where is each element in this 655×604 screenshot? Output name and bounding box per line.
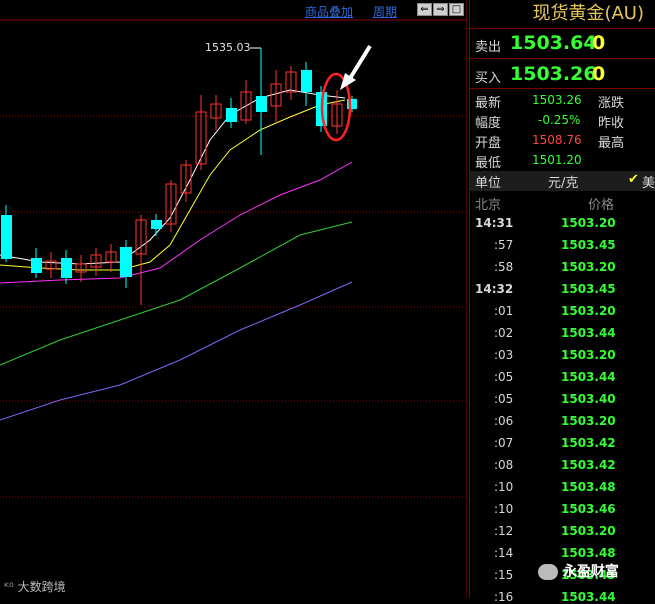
tick-price: 1503.20	[561, 216, 616, 230]
tick-time: :08	[494, 458, 514, 472]
ma40-line	[0, 221, 353, 366]
buy-size: 0	[592, 63, 606, 85]
tick-price: 1503.45	[561, 282, 616, 296]
logo-icon: ᴷ⁰	[4, 580, 14, 594]
stat-label: 涨跌	[598, 96, 625, 111]
buy-price: 1503.26	[510, 63, 597, 85]
candlestick-chart[interactable]: 1535.03 商品叠加 周期 ⇐ ⇒ □ ᴷ⁰ 大数跨境	[0, 0, 467, 598]
tick-price: 1503.44	[561, 326, 616, 340]
tick-time: :58	[494, 260, 514, 274]
tick-time: :14	[494, 546, 514, 560]
stat-label: 最新	[475, 96, 502, 111]
tick-price: 1503.42	[561, 436, 616, 450]
check-icon[interactable]: ✔	[628, 172, 639, 187]
stat-label: 开盘	[475, 136, 502, 151]
buy-label: 买入	[475, 71, 502, 86]
tick-price: 1503.40	[561, 392, 616, 406]
stat-label: 最高	[598, 136, 625, 151]
tick-time: :01	[494, 304, 514, 318]
tick-price: 1503.44	[561, 590, 616, 604]
unit-extra[interactable]: 美	[642, 172, 655, 191]
high-price-label: 1535.03	[205, 41, 251, 54]
unit-value[interactable]: 元/克	[548, 172, 578, 191]
tick-time: :07	[494, 436, 514, 450]
sell-size: 0	[592, 32, 606, 54]
watermark-left: ᴷ⁰ 大数跨境	[4, 578, 66, 595]
tick-time: :05	[494, 370, 514, 384]
tick-price: 1503.20	[561, 348, 616, 362]
tick-price: 1503.46	[561, 502, 616, 516]
candles	[1, 48, 357, 305]
annotation-arrow	[340, 44, 372, 90]
stat-label: 昨收	[598, 116, 625, 131]
tick-time: 14:31	[475, 216, 514, 230]
tick-price: 1503.44	[561, 370, 616, 384]
tick-price: 1503.48	[561, 480, 616, 494]
watermark-right: 永盈财富	[538, 561, 619, 581]
tick-price: 1503.48	[561, 546, 616, 560]
period-menu[interactable]: 周期	[373, 3, 397, 20]
chart-toolbar: 商品叠加 周期 ⇐ ⇒ □	[0, 0, 467, 20]
tick-price: 1503.20	[561, 260, 616, 274]
tick-price: 1503.42	[561, 458, 616, 472]
ma10-line	[0, 99, 346, 271]
ma60-line	[0, 281, 353, 421]
scroll-left-button[interactable]: ⇐	[417, 3, 432, 16]
tick-price: 1503.20	[561, 304, 616, 318]
stat-value: -0.25%	[538, 113, 581, 127]
tick-time: :06	[494, 414, 514, 428]
tick-time: :57	[494, 238, 514, 252]
tick-price: 1503.20	[561, 524, 616, 538]
chart-canvas	[0, 0, 467, 598]
time-column-header: 北京	[475, 198, 502, 213]
wechat-icon	[538, 564, 558, 580]
tick-time: :03	[494, 348, 514, 362]
stat-label: 幅度	[475, 116, 502, 131]
watermark-right-text: 永盈财富	[562, 564, 619, 580]
tick-price: 1503.45	[561, 238, 616, 252]
tick-time: :10	[494, 480, 514, 494]
unit-label: 单位	[475, 176, 502, 191]
watermark-left-text: 大数跨境	[17, 580, 66, 594]
price-column-header: 价格	[588, 198, 615, 213]
instrument-title: 现货黄金(AU)	[532, 3, 644, 24]
stat-value: 1508.76	[532, 133, 582, 147]
tick-time: :12	[494, 524, 514, 538]
tick-time: :10	[494, 502, 514, 516]
sell-label: 卖出	[475, 40, 502, 55]
chart-gridlines	[0, 115, 467, 498]
tick-time: :02	[494, 326, 514, 340]
stat-label: 最低	[475, 156, 502, 171]
tick-time: 14:32	[475, 282, 514, 296]
maximize-button[interactable]: □	[449, 3, 464, 16]
tick-time: :05	[494, 392, 514, 406]
tick-time: :16	[494, 590, 514, 604]
stat-value: 1501.20	[532, 153, 582, 167]
sell-price: 1503.64	[510, 32, 597, 54]
stat-value: 1503.26	[532, 93, 582, 107]
quote-panel: 现货黄金(AU) 卖出 1503.64 0 买入 1503.26 0 最新 15…	[469, 0, 655, 604]
tick-price: 1503.20	[561, 414, 616, 428]
unit-bar: 单位 元/克 ✔ 美	[470, 171, 655, 191]
scroll-right-button[interactable]: ⇒	[433, 3, 448, 16]
tick-time: :15	[494, 568, 514, 582]
overlay-menu[interactable]: 商品叠加	[305, 3, 353, 20]
